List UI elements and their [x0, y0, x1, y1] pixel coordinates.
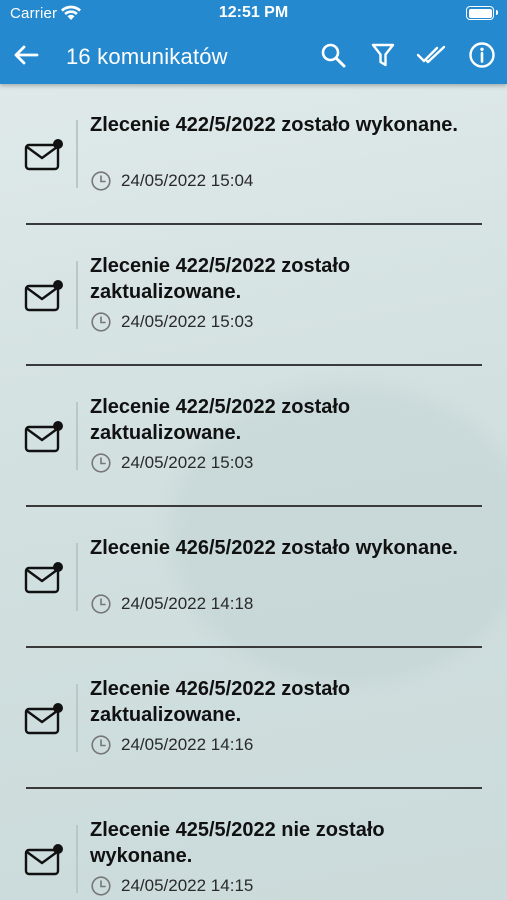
clock-icon	[91, 312, 111, 332]
battery-icon	[466, 6, 498, 20]
filter-icon[interactable]	[368, 40, 398, 70]
message-date: 24/05/2022 14:16	[121, 735, 254, 754]
message-item[interactable]: Zlecenie 426/5/2022 zostało wykonane. 24…	[0, 507, 507, 648]
app-header: Carrier 12:51 PM 16 komunikatów	[0, 0, 507, 84]
message-item[interactable]: Zlecenie 422/5/2022 zostało zaktualizowa…	[0, 366, 507, 507]
clock-icon	[91, 453, 111, 473]
item-divider	[76, 825, 78, 893]
message-title: Zlecenie 422/5/2022 zostało zaktualizowa…	[90, 396, 351, 444]
message-item[interactable]: Zlecenie 426/5/2022 zostało zaktualizowa…	[0, 648, 507, 789]
unread-envelope-icon	[24, 703, 63, 735]
clock-icon	[91, 876, 111, 896]
message-date: 24/05/2022 15:04	[121, 171, 254, 190]
message-title: Zlecenie 425/5/2022 nie zostało wykonane…	[90, 819, 385, 867]
unread-envelope-icon	[24, 421, 63, 453]
unread-envelope-icon	[24, 139, 63, 171]
clock-icon	[91, 594, 111, 614]
item-divider	[76, 120, 78, 188]
message-date: 24/05/2022 15:03	[121, 312, 254, 331]
message-title: Zlecenie 426/5/2022 zostało wykonane.	[90, 537, 458, 559]
page-title: 16 komunikatów	[66, 44, 228, 69]
unread-envelope-icon	[24, 562, 63, 594]
message-title: Zlecenie 426/5/2022 zostało zaktualizowa…	[90, 678, 351, 726]
search-icon[interactable]	[318, 40, 348, 70]
clock-icon	[91, 171, 111, 191]
message-title: Zlecenie 422/5/2022 zostało wykonane.	[90, 114, 458, 136]
back-arrow-icon[interactable]	[11, 40, 41, 70]
clock-time: 12:51 PM	[218, 4, 289, 21]
message-item[interactable]: Zlecenie 425/5/2022 nie zostało wykonane…	[0, 789, 507, 900]
info-icon[interactable]	[467, 40, 497, 70]
message-title: Zlecenie 422/5/2022 zostało zaktualizowa…	[90, 255, 351, 303]
status-bar: Carrier 12:51 PM	[0, 0, 507, 28]
message-date: 24/05/2022 14:18	[121, 594, 254, 613]
unread-envelope-icon	[24, 280, 63, 312]
unread-envelope-icon	[24, 844, 63, 876]
message-date: 24/05/2022 15:03	[121, 453, 254, 472]
clock-icon	[91, 735, 111, 755]
navbar: 16 komunikatów	[0, 28, 507, 84]
message-list[interactable]: Zlecenie 422/5/2022 zostało wykonane. 24…	[0, 84, 507, 900]
item-divider	[76, 684, 78, 752]
message-item[interactable]: Zlecenie 422/5/2022 zostało wykonane. 24…	[0, 84, 507, 225]
item-divider	[76, 261, 78, 329]
mark-all-read-icon[interactable]	[416, 40, 446, 70]
item-divider	[76, 402, 78, 470]
item-divider	[76, 543, 78, 611]
message-item[interactable]: Zlecenie 422/5/2022 zostało zaktualizowa…	[0, 225, 507, 366]
message-date: 24/05/2022 14:15	[121, 876, 254, 895]
